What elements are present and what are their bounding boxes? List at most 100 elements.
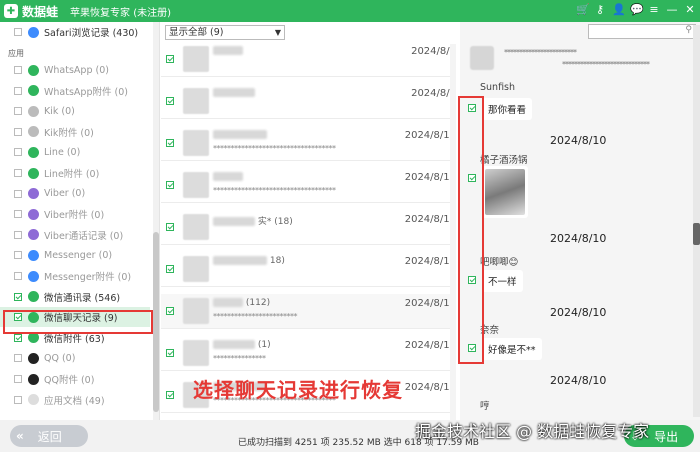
- menu-icon[interactable]: ≡: [648, 3, 660, 16]
- sidebar-item-label: QQ附件 (0): [44, 375, 95, 386]
- sidebar-item-label: Kik附件 (0): [44, 127, 94, 139]
- sidebar-item[interactable]: 应用文档 (49): [0, 390, 150, 410]
- checkbox[interactable]: [166, 349, 174, 357]
- sidebar-item[interactable]: Line附件 (0): [0, 163, 150, 183]
- sidebar-item[interactable]: WhatsApp附件 (0): [0, 81, 150, 101]
- checkbox[interactable]: [14, 189, 22, 198]
- cart-icon[interactable]: 🛒: [576, 3, 590, 16]
- message-bubble: 不一样: [482, 270, 523, 292]
- conversation-name: [213, 46, 243, 56]
- sidebar-item-label: Viber附件 (0): [44, 210, 105, 222]
- conversation-date: 2024/8/14: [404, 256, 456, 267]
- list-item[interactable]: (1) *************** 2024/8/14: [161, 336, 456, 371]
- double-chevron-left-icon: «: [16, 429, 24, 443]
- checkbox[interactable]: [166, 97, 174, 105]
- list-item[interactable]: *********************************** 2024/…: [161, 126, 456, 161]
- sidebar-item[interactable]: Messenger (0): [0, 245, 150, 265]
- conversation-name-text: (1): [257, 340, 271, 350]
- checkbox[interactable]: [166, 223, 174, 231]
- list-item[interactable]: 18) 2024/8/14: [161, 252, 456, 287]
- message-date: 2024/8/10: [550, 374, 607, 387]
- list-item[interactable]: 实* (18) 2024/8/14: [161, 210, 456, 245]
- conversation-name: [213, 88, 255, 98]
- image-message[interactable]: [482, 166, 528, 218]
- redacted-text: [213, 298, 243, 307]
- back-button[interactable]: « 返回: [10, 425, 88, 447]
- checkbox[interactable]: [14, 210, 22, 219]
- checkbox-highlight-box: [458, 96, 484, 364]
- checkbox[interactable]: [14, 354, 22, 363]
- conversation-list: 显示全部 (9) ▼ 2024/8/8 2024/8/8 ***********…: [161, 22, 456, 420]
- redacted-text: [213, 130, 267, 139]
- message-sender: Sunfish: [480, 82, 516, 93]
- back-label: 返回: [37, 429, 62, 444]
- checkbox[interactable]: [166, 391, 174, 399]
- conversation-name: [213, 130, 267, 140]
- checkbox[interactable]: [14, 251, 22, 260]
- key-icon[interactable]: ⚷: [594, 3, 606, 16]
- app-icon: [28, 249, 39, 261]
- user-icon[interactable]: 👤: [612, 3, 626, 16]
- message-bubble: 好像是不**: [482, 338, 542, 360]
- checkbox[interactable]: [14, 395, 22, 404]
- checkbox[interactable]: [14, 148, 22, 157]
- filter-select[interactable]: 显示全部 (9) ▼: [165, 25, 285, 40]
- avatar: [183, 298, 209, 324]
- sidebar-item[interactable]: Kik附件 (0): [0, 122, 150, 142]
- message-date: 2024/8/10: [550, 306, 607, 319]
- sidebar-item[interactable]: Line (0): [0, 142, 150, 162]
- list-item[interactable]: 2024/8/8: [161, 84, 456, 119]
- list-item[interactable]: *********************************** 2024/…: [161, 168, 456, 203]
- sidebar-item[interactable]: QQ (0): [0, 348, 150, 368]
- avatar: [183, 214, 209, 240]
- list-item[interactable]: 2024/8/8: [161, 42, 456, 77]
- app-icon: [28, 64, 39, 76]
- checkbox[interactable]: [14, 272, 22, 280]
- app-logo: ✚ 数据蛙: [0, 3, 70, 20]
- checkbox[interactable]: [14, 230, 22, 239]
- close-icon[interactable]: ✕: [684, 3, 696, 16]
- window-title: 苹果恢复专家 (未注册): [70, 7, 171, 19]
- sidebar-item[interactable]: Viber (0): [0, 184, 150, 204]
- detail-scrollbar[interactable]: [693, 25, 700, 417]
- scrollbar-thumb[interactable]: [153, 232, 159, 412]
- redacted-text: [213, 172, 243, 181]
- checkbox[interactable]: [14, 107, 22, 116]
- sidebar-item[interactable]: Kik (0): [0, 101, 150, 121]
- message-sender: 哼: [480, 401, 490, 412]
- checkbox[interactable]: [166, 55, 174, 63]
- app-icon: [28, 167, 39, 179]
- sidebar-item[interactable]: QQ附件 (0): [0, 369, 150, 389]
- sidebar-item-safari-history[interactable]: Safari浏览记录 (430): [0, 22, 150, 42]
- list-scrollbar[interactable]: [450, 44, 456, 420]
- redacted-text: [213, 88, 255, 97]
- app-icon: [28, 105, 39, 117]
- sidebar-scrollbar[interactable]: [153, 22, 159, 420]
- checkbox[interactable]: [14, 292, 22, 301]
- conversation-name: (112): [213, 298, 270, 308]
- redacted-text: [213, 217, 255, 226]
- avatar: [183, 46, 209, 72]
- sidebar-item[interactable]: Messenger附件 (0): [0, 266, 150, 286]
- checkbox[interactable]: [14, 333, 22, 342]
- chat-icon[interactable]: 💬: [630, 3, 644, 16]
- sidebar-item[interactable]: 微信通讯录 (546): [0, 287, 150, 307]
- conversation-name: 18): [213, 256, 285, 266]
- minimize-icon[interactable]: —: [666, 3, 678, 16]
- sidebar-item[interactable]: WhatsApp (0): [0, 60, 150, 80]
- checkbox[interactable]: [14, 375, 22, 383]
- checkbox[interactable]: [166, 265, 174, 273]
- checkbox[interactable]: [14, 127, 22, 136]
- checkbox[interactable]: [166, 307, 174, 315]
- search-input[interactable]: ⚲: [588, 24, 696, 39]
- checkbox[interactable]: [14, 169, 22, 177]
- list-item[interactable]: (112) ************************ 2024/8/14: [161, 294, 456, 329]
- checkbox[interactable]: [166, 181, 174, 189]
- checkbox[interactable]: [14, 66, 22, 74]
- sidebar-item[interactable]: Viber通话记录 (0): [0, 225, 150, 245]
- checkbox[interactable]: [166, 139, 174, 147]
- checkbox[interactable]: [14, 28, 22, 36]
- sidebar-item[interactable]: Viber附件 (0): [0, 204, 150, 224]
- scrollbar-thumb[interactable]: [693, 223, 700, 245]
- checkbox[interactable]: [14, 86, 22, 95]
